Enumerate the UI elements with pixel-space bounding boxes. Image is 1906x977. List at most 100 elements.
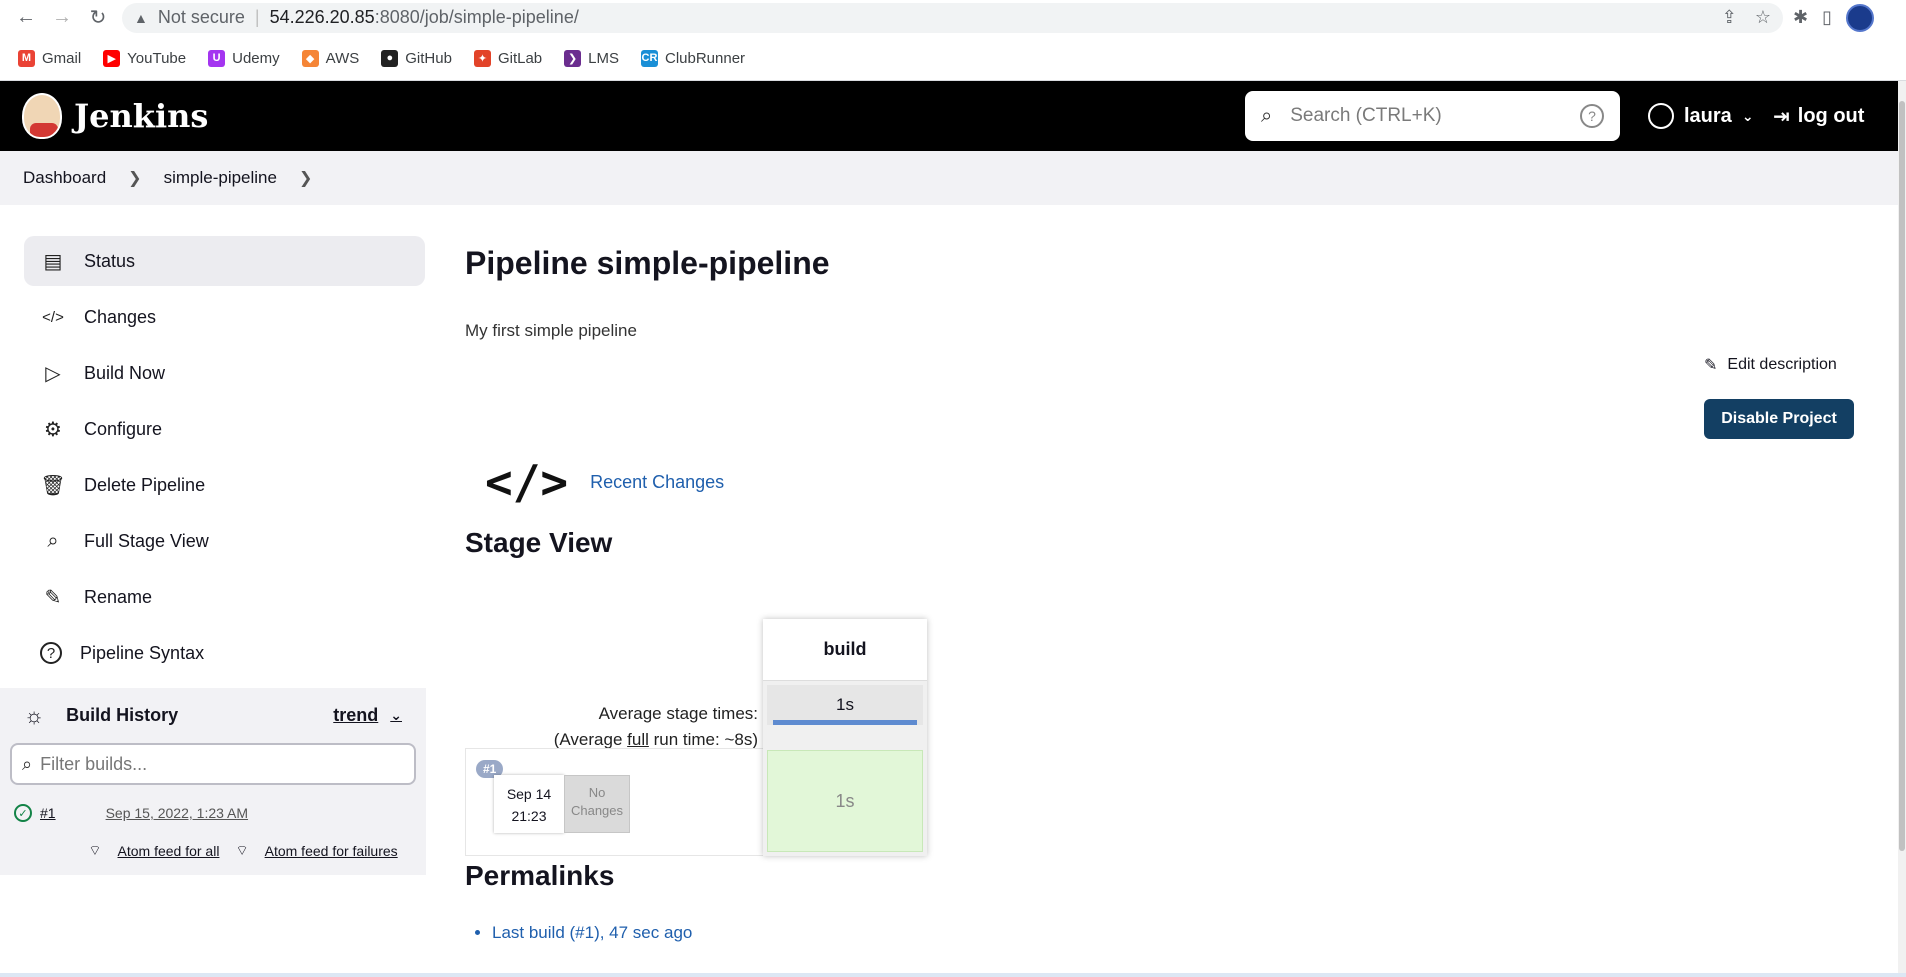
gear-icon: ⚙ — [44, 418, 62, 441]
sidebar: ▤ Status </> Changes ▷ Build Now ⚙ Configure 🗑 De… — [0, 205, 426, 877]
edit-description-link[interactable]: ✎ Edit description — [1704, 355, 1837, 375]
user-name: laura — [1684, 104, 1732, 127]
play-icon: ▷ — [45, 362, 61, 385]
search-icon: ⌕ — [22, 753, 33, 774]
task-full-stage-view[interactable]: ⌕ Full Stage View — [24, 516, 425, 566]
puzzle-icon[interactable]: ✱ — [1793, 7, 1808, 28]
job-description: My first simple pipeline — [465, 321, 637, 340]
user-menu[interactable]: laura ⌄ — [1648, 81, 1754, 151]
build-history: ☼ Build History trend ⌄ ⌕ Filter builds.… — [0, 688, 426, 875]
jenkins-header: Jenkins ⌕ Search (CTRL+K) ? laura ⌄ ⇥ lo… — [0, 81, 1906, 151]
average-bar — [773, 720, 917, 725]
average-times-label: Average stage times: (Average full run t… — [554, 701, 758, 753]
sidepanel-icon[interactable]: ▯ — [1822, 7, 1832, 28]
bookmark-clubrunner[interactable]: CR ClubRunner — [641, 49, 745, 67]
jenkins-butler-icon — [22, 93, 62, 139]
logout-icon: ⇥ — [1773, 105, 1790, 128]
bookmark-aws[interactable]: ◆ AWS — [301, 49, 359, 67]
run-date: Sep 14 21:23 — [494, 775, 564, 833]
permalinks-list: Last build (#1), 47 sec ago — [492, 923, 692, 943]
no-changes-box: No Changes — [564, 775, 630, 833]
build-date-link[interactable]: Sep 15, 2022, 1:23 AM — [106, 805, 248, 821]
udemy-icon: U — [208, 49, 226, 67]
edit-description-label: Edit description — [1727, 356, 1837, 373]
stage-average: 1s — [767, 685, 923, 725]
build-row: ✓ #1 Sep 15, 2022, 1:23 AM — [0, 793, 426, 833]
task-configure[interactable]: ⚙ Configure — [24, 404, 425, 454]
security-label: Not secure — [157, 7, 245, 27]
task-list: ▤ Status </> Changes ▷ Build Now ⚙ Configure 🗑 De… — [0, 236, 426, 678]
task-pipeline-syntax[interactable]: ? Pipeline Syntax — [24, 628, 425, 678]
feed-all-link[interactable]: Atom feed for all — [118, 843, 220, 859]
url-host: 54.226.20.85 — [269, 7, 375, 27]
back-icon[interactable]: ← — [8, 3, 44, 33]
task-label: Delete Pipeline — [84, 474, 206, 495]
logout-link[interactable]: ⇥ log out — [1773, 81, 1864, 151]
search-icon: ⌕ — [1261, 104, 1273, 127]
clubrunner-icon: CR — [641, 49, 658, 67]
star-icon[interactable]: ☆ — [1755, 7, 1771, 28]
lms-icon: ❯ — [564, 49, 582, 67]
trash-icon: 🗑 — [40, 474, 66, 497]
bookmark-youtube[interactable]: ▶ YouTube — [103, 49, 186, 67]
breadcrumb-job[interactable]: simple-pipeline — [164, 168, 277, 188]
browser-extensions: ✱ ▯ — [1793, 3, 1898, 32]
search-icon: ⌕ — [47, 529, 59, 552]
stage-cell-success[interactable]: 1s — [767, 750, 923, 852]
forward-icon[interactable]: → — [44, 3, 80, 33]
warning-icon: ▲ — [134, 9, 148, 26]
disable-project-button[interactable]: Disable Project — [1704, 399, 1854, 439]
jenkins-logo[interactable]: Jenkins — [22, 93, 208, 139]
search-input[interactable]: Search (CTRL+K) — [1290, 105, 1442, 127]
page-scrollbar[interactable] — [1898, 81, 1906, 977]
stage-column: build 1s 1s — [763, 619, 927, 856]
aws-icon: ◆ — [301, 49, 319, 67]
task-delete-pipeline[interactable]: 🗑 Delete Pipeline — [24, 460, 425, 510]
pencil-icon: ✎ — [1704, 357, 1718, 374]
task-label: Build Now — [84, 362, 166, 383]
help-icon: ? — [40, 642, 62, 664]
trend-button[interactable]: trend ⌄ — [333, 705, 402, 726]
youtube-icon: ▶ — [103, 49, 121, 67]
bookmark-gitlab[interactable]: ✦ GitLab — [473, 49, 542, 67]
help-icon[interactable]: ? — [1580, 104, 1604, 128]
full-link[interactable]: full — [627, 730, 649, 749]
task-label: Rename — [84, 586, 153, 607]
task-changes[interactable]: </> Changes — [24, 292, 425, 342]
reload-icon[interactable]: ↻ — [80, 3, 116, 33]
brand-name: Jenkins — [74, 97, 209, 135]
permalinks-title: Permalinks — [465, 860, 615, 891]
bookmark-github[interactable]: ● GitHub — [381, 49, 452, 67]
logout-label: log out — [1797, 104, 1865, 127]
profile-avatar[interactable] — [1846, 3, 1874, 32]
chevron-down-icon: ⌄ — [1741, 107, 1754, 124]
avg-stage-label: Average stage times: — [598, 704, 758, 723]
task-status[interactable]: ▤ Status — [24, 236, 425, 286]
search-box[interactable]: ⌕ Search (CTRL+K) ? — [1245, 91, 1620, 141]
address-bar[interactable]: ▲ Not secure | 54.226.20.85:8080/job/sim… — [122, 2, 1783, 33]
main-content: Pipeline simple-pipeline My first simple… — [426, 205, 1906, 942]
stage-view: Average stage times: (Average full run t… — [465, 619, 930, 859]
task-build-now[interactable]: ▷ Build Now — [24, 348, 425, 398]
run-row: #1 Sep 14 21:23 No Changes — [465, 748, 763, 856]
share-icon[interactable]: ⇪ — [1722, 7, 1737, 28]
task-rename[interactable]: ✎ Rename — [24, 572, 425, 622]
bottom-edge — [0, 973, 1906, 977]
chevron-right-icon[interactable]: ❯ — [299, 168, 312, 188]
scrollbar-thumb[interactable] — [1899, 101, 1905, 851]
task-label: Changes — [84, 306, 157, 327]
bookmark-udemy[interactable]: U Udemy — [208, 49, 280, 67]
filter-builds-input[interactable]: ⌕ Filter builds... — [10, 743, 416, 785]
bookmark-lms[interactable]: ❯ LMS — [564, 49, 619, 67]
bookmark-gmail[interactable]: M Gmail — [18, 49, 81, 67]
permalink-item[interactable]: Last build (#1), 47 sec ago — [492, 923, 692, 943]
stage-view-title: Stage View — [465, 527, 613, 558]
build-number-link[interactable]: #1 — [40, 805, 56, 821]
page-title: Pipeline simple-pipeline — [465, 245, 830, 281]
breadcrumb-dashboard[interactable]: Dashboard — [23, 168, 106, 188]
success-icon: ✓ — [14, 804, 32, 822]
recent-changes-link[interactable]: Recent Changes — [590, 472, 724, 493]
feed-failures-link[interactable]: Atom feed for failures — [265, 843, 398, 859]
code-icon: </> — [42, 308, 64, 326]
rss-icon: ⌔ — [88, 842, 102, 858]
